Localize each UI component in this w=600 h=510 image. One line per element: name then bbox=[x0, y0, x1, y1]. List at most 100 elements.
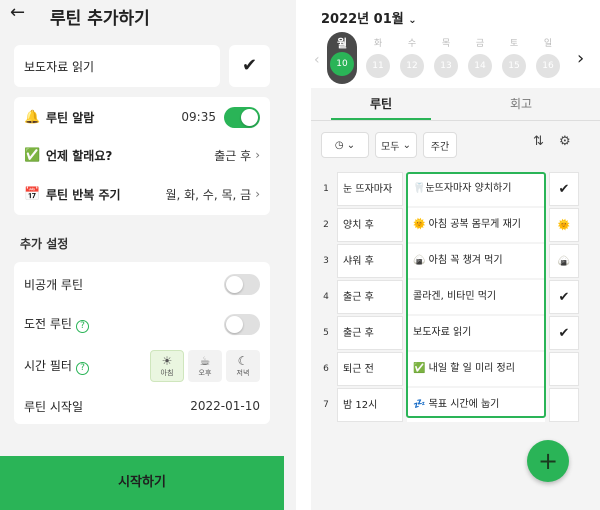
day-tue[interactable]: 화 11 bbox=[363, 34, 393, 78]
when-value: 출근 후 bbox=[214, 148, 252, 163]
toggle-knob bbox=[226, 315, 243, 333]
time-filter-morning[interactable]: ☀ 아침 bbox=[150, 350, 184, 382]
day-thu[interactable]: 목 13 bbox=[431, 34, 461, 78]
start-date-label: 루틴 시작일 bbox=[24, 399, 84, 414]
row-task[interactable]: 🍙 아침 꼭 챙겨 먹기 bbox=[407, 244, 545, 278]
row-done[interactable] bbox=[549, 388, 579, 422]
table-row[interactable]: 5 출근 후 보도자료 읽기 ✔ bbox=[311, 316, 600, 352]
week-strip: ‹ 월 10 화 11 수 12 목 13 금 14 토 15 일 16 › bbox=[311, 30, 600, 86]
weekly-button[interactable]: 주간 bbox=[423, 132, 457, 158]
tab-review[interactable]: 회고 bbox=[471, 88, 571, 120]
row-task[interactable]: 🦷눈뜨자마자 양치하기 bbox=[407, 172, 545, 206]
row-task[interactable]: 🌞 아침 공복 몸무게 재기 bbox=[407, 208, 545, 242]
gear-icon[interactable]: ⚙ bbox=[559, 134, 571, 149]
time-filter-evening[interactable]: ☾ 저녁 bbox=[226, 350, 260, 382]
row-task[interactable]: 보도자료 읽기 bbox=[407, 316, 545, 350]
month-selector[interactable]: 2022년 01월 ⌄ bbox=[321, 8, 417, 27]
day-label: 일 bbox=[543, 39, 553, 49]
day-number: 14 bbox=[468, 54, 492, 78]
alarm-label: 루틴 알람 bbox=[46, 110, 95, 125]
time-sort-dropdown[interactable]: ◷ ⌄ bbox=[321, 132, 369, 158]
toggle-knob bbox=[226, 275, 243, 293]
confirm-button[interactable]: ✔ bbox=[229, 45, 270, 87]
help-icon[interactable]: ? bbox=[75, 320, 89, 333]
row-number: 4 bbox=[323, 292, 329, 302]
row-time[interactable]: 눈 뜨자마자 bbox=[337, 172, 403, 206]
table-row[interactable]: 4 출근 후 콜라겐, 비타민 먹기 ✔ bbox=[311, 280, 600, 316]
row-done[interactable]: 🍙 bbox=[549, 244, 579, 278]
table-row[interactable]: 2 양치 후 🌞 아침 공복 몸무게 재기 🌞 bbox=[311, 208, 600, 244]
day-fri[interactable]: 금 14 bbox=[465, 34, 495, 78]
row-task[interactable]: 💤 목표 시간에 눕기 bbox=[407, 388, 545, 422]
alarm-time[interactable]: 09:35 bbox=[181, 110, 216, 124]
time-filter-afternoon[interactable]: ☕ 오후 bbox=[188, 350, 222, 382]
header: ← 루틴 추가하기 bbox=[0, 0, 296, 30]
table-row[interactable]: 6 퇴근 전 ✅ 내일 할 일 미리 정리 bbox=[311, 352, 600, 388]
start-button[interactable]: 시작하기 bbox=[0, 456, 284, 510]
row-number: 7 bbox=[323, 400, 329, 410]
chevron-down-icon: ⌄ bbox=[408, 15, 417, 26]
chevron-right-icon: › bbox=[255, 148, 260, 162]
bell-icon: 🔔 bbox=[24, 109, 41, 125]
coffee-icon: ☕ bbox=[199, 354, 211, 368]
day-number: 15 bbox=[502, 54, 526, 78]
row-done[interactable] bbox=[549, 352, 579, 386]
page-title: 루틴 추가하기 bbox=[50, 9, 150, 29]
day-label: 수 bbox=[407, 39, 417, 49]
row-task[interactable]: ✅ 내일 할 일 미리 정리 bbox=[407, 352, 545, 386]
row-time[interactable]: 출근 후 bbox=[337, 316, 403, 350]
private-toggle[interactable] bbox=[224, 273, 260, 295]
time-filter-option-label: 아침 bbox=[160, 369, 174, 377]
row-task[interactable]: 콜라겐, 비타민 먹기 bbox=[407, 280, 545, 314]
repeat-row[interactable]: 📅 루틴 반복 주기 월, 화, 수, 목, 금 › bbox=[14, 176, 270, 212]
row-number: 1 bbox=[323, 184, 329, 194]
challenge-label: 도전 루틴 bbox=[24, 317, 72, 331]
tabs-divider bbox=[311, 120, 600, 121]
chevron-right-icon[interactable]: › bbox=[577, 48, 584, 69]
scope-dropdown[interactable]: 모두 ⌄ bbox=[375, 132, 417, 158]
sort-icon[interactable]: ⇅ bbox=[533, 134, 544, 149]
arrow-left-icon[interactable]: ← bbox=[10, 2, 25, 23]
day-sat[interactable]: 토 15 bbox=[499, 34, 529, 78]
table-row[interactable]: 3 샤워 후 🍙 아침 꼭 챙겨 먹기 🍙 bbox=[311, 244, 600, 280]
check-box-icon: ✅ bbox=[24, 147, 41, 163]
row-done[interactable]: ✔ bbox=[549, 172, 579, 206]
repeat-value: 월, 화, 수, 목, 금 bbox=[165, 187, 252, 202]
table-row[interactable]: 7 밤 12시 💤 목표 시간에 눕기 bbox=[311, 388, 600, 424]
chevron-left-icon[interactable]: ‹ bbox=[314, 52, 320, 68]
row-time[interactable]: 샤워 후 bbox=[337, 244, 403, 278]
time-filter-row: 시간 필터? ☀ 아침 ☕ 오후 ☾ 저녁 bbox=[14, 346, 270, 386]
start-date-row[interactable]: 루틴 시작일 2022-01-10 bbox=[14, 388, 270, 424]
row-time[interactable]: 양치 후 bbox=[337, 208, 403, 242]
challenge-toggle[interactable] bbox=[224, 313, 260, 335]
routine-name-input[interactable] bbox=[14, 45, 220, 87]
day-wed[interactable]: 수 12 bbox=[397, 34, 427, 78]
when-row[interactable]: ✅ 언제 할래요? 출근 후 › bbox=[14, 137, 270, 173]
row-done[interactable]: ✔ bbox=[549, 280, 579, 314]
alarm-row[interactable]: 🔔 루틴 알람 09:35 bbox=[14, 99, 270, 135]
chevron-down-icon: ⌄ bbox=[346, 139, 356, 151]
day-mon[interactable]: 월 10 bbox=[327, 32, 357, 84]
extra-settings-card: 비공개 루틴 도전 루틴? 시간 필터? ☀ 아침 ☕ 오후 ☾ 저녁 루틴 시작일 … bbox=[14, 262, 270, 424]
row-done[interactable]: 🌞 bbox=[549, 208, 579, 242]
alarm-toggle[interactable] bbox=[224, 106, 260, 128]
time-filter-label: 시간 필터 bbox=[24, 359, 72, 373]
help-icon[interactable]: ? bbox=[75, 362, 89, 375]
repeat-label: 루틴 반복 주기 bbox=[46, 187, 121, 202]
row-number: 3 bbox=[323, 256, 329, 266]
checkmark-icon: ✔ bbox=[241, 55, 258, 76]
day-sun[interactable]: 일 16 bbox=[533, 34, 563, 78]
row-time[interactable]: 출근 후 bbox=[337, 280, 403, 314]
start-date-value[interactable]: 2022-01-10 bbox=[190, 399, 260, 413]
settings-card: 🔔 루틴 알람 09:35 ✅ 언제 할래요? 출근 후 › 📅 루틴 반복 주… bbox=[14, 97, 270, 215]
row-done[interactable]: ✔ bbox=[549, 316, 579, 350]
private-label: 비공개 루틴 bbox=[24, 277, 84, 292]
tab-routine[interactable]: 루틴 bbox=[331, 88, 431, 120]
time-filter-option-label: 저녁 bbox=[236, 369, 250, 377]
day-number: 12 bbox=[400, 54, 424, 78]
add-routine-button[interactable]: + bbox=[527, 440, 569, 482]
day-label: 목 bbox=[441, 39, 451, 49]
table-row[interactable]: 1 눈 뜨자마자 🦷눈뜨자마자 양치하기 ✔ bbox=[311, 172, 600, 208]
row-time[interactable]: 밤 12시 bbox=[337, 388, 403, 422]
row-time[interactable]: 퇴근 전 bbox=[337, 352, 403, 386]
